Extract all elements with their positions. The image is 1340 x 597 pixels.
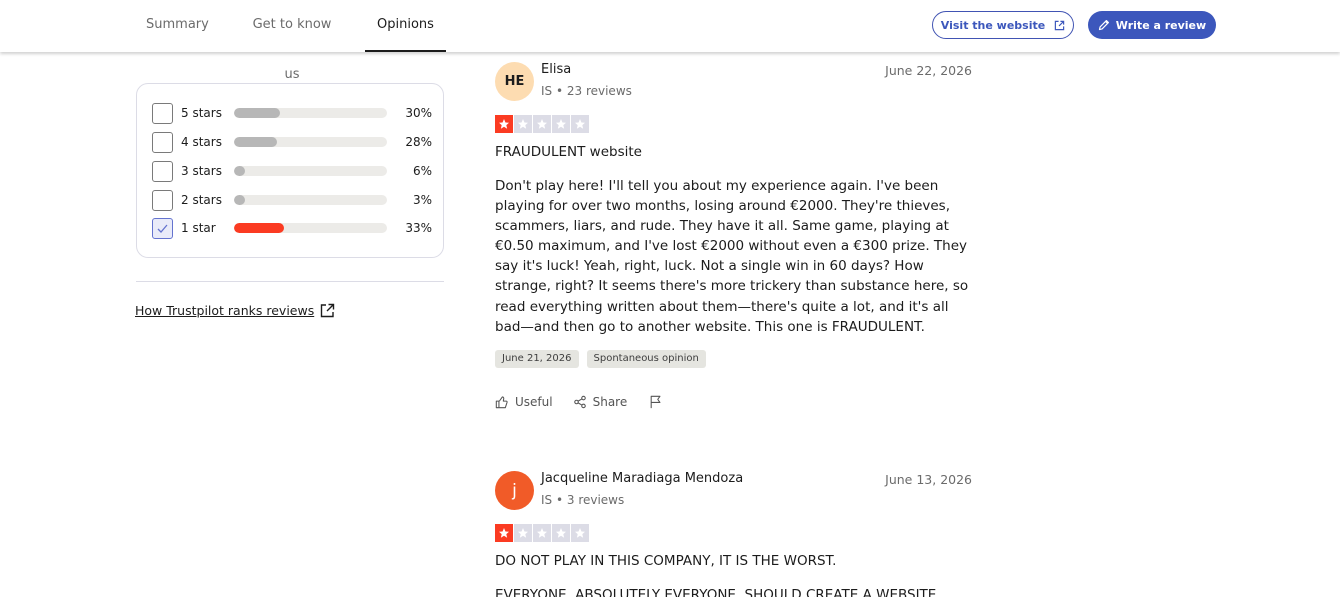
checkbox-5-stars[interactable]: [152, 102, 173, 124]
top-navigation: Summary Get to know us Opinions Visit th…: [0, 0, 1340, 82]
star-rating: [495, 524, 589, 542]
filter-row-5-stars[interactable]: 5 stars 30%: [152, 102, 432, 124]
rating-bar: [234, 166, 387, 176]
filter-row-3-stars[interactable]: 3 stars 6%: [152, 160, 432, 182]
filter-percent: 30%: [405, 106, 432, 120]
star-icon: [571, 115, 589, 133]
rating-bar: [234, 195, 387, 205]
checkbox-1-star[interactable]: [152, 217, 173, 239]
avatar: HE: [495, 62, 534, 101]
rating-bar-fill: [234, 195, 245, 205]
useful-button[interactable]: Useful: [495, 395, 553, 409]
filter-percent: 6%: [412, 164, 432, 178]
review-date: June 13, 2026: [885, 472, 972, 487]
tab-get-to-know-us[interactable]: Get to know us: [244, 0, 340, 82]
reviewer-name[interactable]: Elisa: [541, 62, 571, 77]
reviewer-meta: IS • 3 reviews: [541, 493, 625, 507]
review-tags: June 21, 2026 Spontaneous opinion: [495, 350, 706, 368]
star-icon: [571, 524, 589, 542]
experience-date-tag: June 21, 2026: [495, 350, 579, 368]
review-body: Don't play here! I'll tell you about my …: [495, 178, 969, 335]
review-title[interactable]: FRAUDULENT website: [495, 144, 642, 160]
star-icon: [514, 524, 532, 542]
checkbox-3-stars[interactable]: [152, 160, 173, 182]
star-icon: [495, 115, 513, 133]
rating-bar-fill: [234, 223, 285, 233]
filter-percent: 3%: [412, 193, 432, 207]
external-link-icon: [1054, 20, 1065, 30]
share-label: Share: [592, 395, 628, 409]
review-date: June 22, 2026: [885, 63, 972, 78]
review-actions: Useful Share: [495, 395, 663, 409]
reviewer-meta: IS • 23 reviews: [541, 84, 632, 98]
write-review-label: Write a review: [1115, 18, 1207, 32]
review-body: EVERYONE, ABSOLUTELY EVERYONE, SHOULD CR…: [495, 587, 937, 597]
filter-label: 2 stars: [181, 193, 222, 207]
reviewer-name[interactable]: Jacqueline Maradiaga Mendoza: [541, 471, 743, 486]
review-card: HE Elisa IS • 23 reviews June 22, 2026 F…: [495, 62, 972, 422]
flag-icon: [650, 395, 661, 409]
tab-opinions[interactable]: Opinions: [365, 0, 446, 52]
filter-label: 5 stars: [181, 106, 222, 120]
review-card: j Jacqueline Maradiaga Mendoza IS • 3 re…: [495, 471, 972, 597]
filter-percent: 28%: [405, 135, 432, 149]
star-icon: [533, 115, 551, 133]
star-icon: [552, 524, 570, 542]
rating-bar: [234, 108, 387, 118]
avatar: j: [495, 471, 534, 510]
share-icon: [573, 395, 586, 409]
visit-website-label: Visit the website: [940, 18, 1046, 32]
pencil-icon: [1098, 20, 1109, 31]
tab-summary[interactable]: Summary: [146, 0, 209, 52]
section-divider: [136, 281, 444, 282]
filter-label: 1 star: [181, 221, 216, 235]
filter-label: 3 stars: [181, 164, 222, 178]
visit-website-button[interactable]: Visit the website: [932, 11, 1074, 39]
star-rating: [495, 115, 589, 133]
useful-label: Useful: [515, 395, 553, 409]
filter-row-4-stars[interactable]: 4 stars 28%: [152, 131, 432, 153]
checkbox-4-stars[interactable]: [152, 131, 173, 153]
thumbs-up-icon: [495, 396, 508, 409]
checkbox-2-stars[interactable]: [152, 189, 173, 211]
write-review-button[interactable]: Write a review: [1088, 11, 1216, 39]
star-icon: [514, 115, 532, 133]
star-icon: [552, 115, 570, 133]
review-type-tag[interactable]: Spontaneous opinion: [586, 350, 706, 368]
share-button[interactable]: Share: [573, 395, 628, 409]
star-icon: [533, 524, 551, 542]
rating-bar-fill: [234, 137, 277, 147]
how-link-label: How Trustpilot ranks reviews: [135, 303, 315, 318]
filter-row-1-star[interactable]: 1 star 33%: [152, 217, 432, 239]
filter-percent: 33%: [405, 221, 432, 235]
rating-bar: [234, 137, 387, 147]
report-button[interactable]: [649, 395, 663, 409]
review-title[interactable]: DO NOT PLAY IN THIS COMPANY, IT IS THE W…: [495, 553, 836, 569]
rating-bar: [234, 223, 387, 233]
checkmark-icon: [157, 224, 168, 233]
how-trustpilot-ranks-link[interactable]: How Trustpilot ranks reviews: [135, 303, 335, 318]
rating-bar-fill: [234, 166, 245, 176]
filter-row-2-stars[interactable]: 2 stars 3%: [152, 189, 432, 211]
filter-label: 4 stars: [181, 135, 222, 149]
rating-filter-card: 5 stars 30% 4 stars 28% 3 stars 6% 2 sta…: [136, 83, 444, 258]
external-link-icon: [321, 303, 335, 318]
star-icon: [495, 524, 513, 542]
rating-bar-fill: [234, 108, 280, 118]
